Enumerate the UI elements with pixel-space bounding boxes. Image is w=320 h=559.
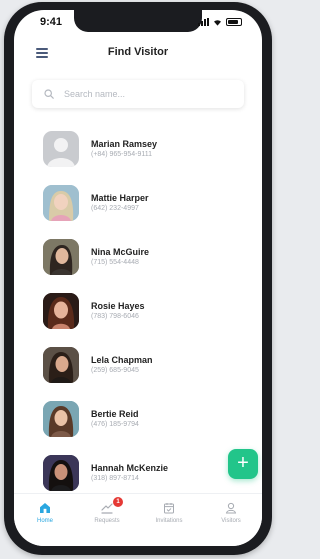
visitor-row[interactable]: Hannah McKenzie (318) 897-8714 (14, 446, 262, 500)
visitor-row[interactable]: Rosie Hayes (783) 798-6046 (14, 284, 262, 338)
visitor-phone: (259) 685-9045 (91, 367, 139, 374)
tab-visitors[interactable]: Visitors (200, 494, 262, 546)
tab-invitations[interactable]: Invitations (138, 494, 200, 546)
calendar-icon (164, 503, 174, 514)
visitor-name: Nina McGuire (91, 247, 150, 257)
avatar (43, 401, 79, 437)
visitor-row[interactable]: Nina McGuire (715) 554-4448 (14, 230, 262, 284)
avatar (43, 131, 79, 167)
avatar (43, 185, 79, 221)
phone-frame: 9:41 Find Visitor Search name... Marian … (4, 2, 272, 555)
visitor-row[interactable]: Bertie Reid (476) 185-9794 (14, 392, 262, 446)
user-icon (225, 502, 237, 514)
app-header: Find Visitor (14, 42, 262, 66)
tab-label: Requests (94, 518, 120, 524)
visitor-phone: (+84) 965-954-9111 (91, 151, 153, 158)
visitor-row[interactable]: Marian Ramsey (+84) 965-954-9111 (14, 122, 262, 176)
visitor-name: Marian Ramsey (91, 139, 158, 149)
bottom-tab-bar: Home 1 Requests Invitations Visitors (14, 493, 262, 546)
avatar (43, 455, 79, 491)
tab-label: Invitations (155, 518, 183, 524)
app-screen: 9:41 Find Visitor Search name... Marian … (14, 10, 262, 546)
requests-icon (101, 503, 113, 514)
search-bar[interactable] (32, 80, 244, 108)
visitor-row[interactable]: Mattie Harper (642) 232-4997 (14, 176, 262, 230)
search-input[interactable] (62, 88, 226, 100)
avatar (43, 239, 79, 275)
tab-requests[interactable]: 1 Requests (76, 494, 138, 546)
visitor-name: Mattie Harper (91, 193, 149, 203)
tab-label: Home (36, 518, 53, 524)
device-notch (74, 10, 202, 32)
visitor-name: Lela Chapman (91, 355, 153, 365)
status-time: 9:41 (40, 16, 63, 28)
visitor-name: Bertie Reid (91, 409, 139, 419)
avatar (43, 347, 79, 383)
visitor-list: Marian Ramsey (+84) 965-954-9111 Mattie … (14, 122, 262, 500)
battery-icon (226, 18, 242, 26)
visitor-name: Rosie Hayes (91, 301, 145, 311)
add-visitor-button[interactable]: + (228, 449, 258, 479)
visitor-phone: (715) 554-4448 (91, 259, 139, 266)
avatar (43, 293, 79, 329)
status-icons (198, 18, 242, 26)
tab-home[interactable]: Home (14, 494, 76, 546)
visitor-phone: (642) 232-4997 (91, 205, 139, 212)
visitor-row[interactable]: Lela Chapman (259) 685-9045 (14, 338, 262, 392)
tab-label: Visitors (221, 518, 241, 524)
visitor-phone: (783) 798-6046 (91, 313, 139, 320)
visitor-name: Hannah McKenzie (91, 463, 169, 473)
wifi-icon (214, 19, 221, 26)
page-title: Find Visitor (107, 46, 169, 58)
visitor-phone: (318) 897-8714 (91, 475, 139, 482)
notification-badge: 1 (113, 497, 123, 507)
search-icon (44, 89, 54, 99)
visitor-phone: (476) 185-9794 (91, 421, 139, 428)
signal-icon (198, 18, 209, 26)
home-icon (40, 503, 50, 513)
